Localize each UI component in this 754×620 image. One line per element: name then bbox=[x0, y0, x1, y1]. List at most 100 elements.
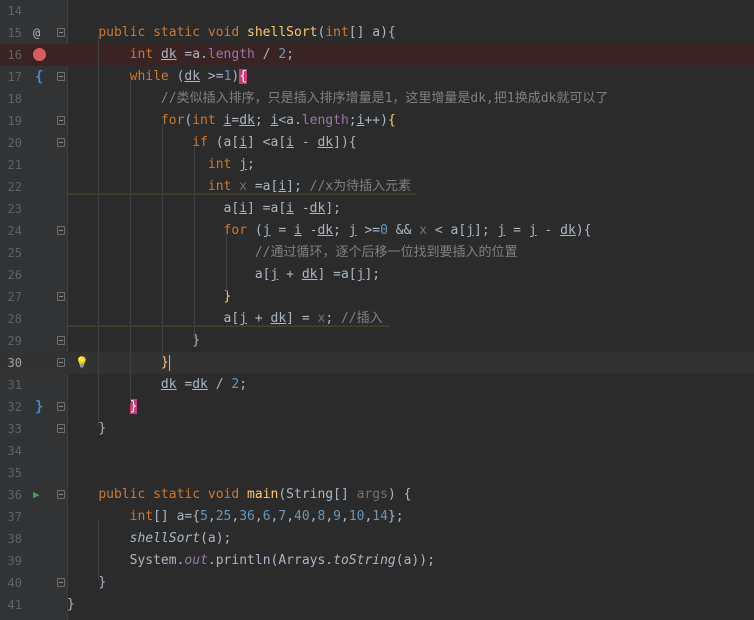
line-number[interactable]: 36 bbox=[0, 484, 22, 506]
code-text[interactable]: for(int i=dk; i<a.length;i++){ bbox=[67, 110, 396, 132]
line-number[interactable]: 18 bbox=[0, 88, 22, 110]
code-line-33[interactable]: 33 } bbox=[0, 418, 754, 440]
code-text[interactable]: int[] a={5,25,36,6,7,40,8,9,10,14}; bbox=[67, 506, 404, 528]
line-number[interactable]: 38 bbox=[0, 528, 22, 550]
fold-toggle-icon[interactable] bbox=[57, 358, 65, 367]
line-number[interactable]: 21 bbox=[0, 154, 22, 176]
code-text[interactable]: } bbox=[67, 396, 138, 418]
line-number[interactable]: 27 bbox=[0, 286, 22, 308]
code-line-35[interactable]: 35 bbox=[0, 462, 754, 484]
code-line-17[interactable]: 17 { while (dk >=1){ bbox=[0, 66, 754, 88]
code-text[interactable]: if (a[i] <a[i - dk]){ bbox=[67, 132, 356, 154]
fold-toggle-icon[interactable] bbox=[57, 336, 65, 345]
code-line-28[interactable]: 28 a[j + dk] = x; //插入 bbox=[0, 308, 754, 330]
code-line-40[interactable]: 40 } bbox=[0, 572, 754, 594]
code-line-18[interactable]: 18 //类似插入排序，只是插入排序增量是1，这里增量是dk,把1换成dk就可以… bbox=[0, 88, 754, 110]
line-number[interactable]: 40 bbox=[0, 572, 22, 594]
code-line-27[interactable]: 27 } bbox=[0, 286, 754, 308]
line-number[interactable]: 32 bbox=[0, 396, 22, 418]
token: dk bbox=[317, 223, 334, 238]
code-text[interactable]: } bbox=[67, 352, 170, 374]
line-number[interactable]: 28 bbox=[0, 308, 22, 330]
fold-toggle-icon[interactable] bbox=[57, 292, 65, 301]
line-number[interactable]: 17 bbox=[0, 66, 22, 88]
token: ; bbox=[333, 223, 349, 238]
line-number[interactable]: 33 bbox=[0, 418, 22, 440]
line-number[interactable]: 29 bbox=[0, 330, 22, 352]
line-number[interactable]: 39 bbox=[0, 550, 22, 572]
code-line-36[interactable]: 36 ▶ public static void main(String[] arg… bbox=[0, 484, 754, 506]
fold-toggle-icon[interactable] bbox=[57, 578, 65, 587]
fold-toggle-icon[interactable] bbox=[57, 28, 65, 37]
code-text[interactable]: shellSort(a); bbox=[67, 528, 232, 550]
line-number[interactable]: 25 bbox=[0, 242, 22, 264]
code-line-29[interactable]: 29 } bbox=[0, 330, 754, 352]
line-number[interactable]: 15 bbox=[0, 22, 22, 44]
code-line-24[interactable]: 24 for (j = i -dk; j >=0 && x < a[j]; j … bbox=[0, 220, 754, 242]
code-line-38[interactable]: 38 shellSort(a); bbox=[0, 528, 754, 550]
code-line-19[interactable]: 19 for(int i=dk; i<a.length;i++){ bbox=[0, 110, 754, 132]
code-line-16[interactable]: 16 int dk =a.length / 2; bbox=[0, 44, 754, 66]
code-line-37[interactable]: 37 int[] a={5,25,36,6,7,40,8,9,10,14}; bbox=[0, 506, 754, 528]
code-text[interactable]: while (dk >=1){ bbox=[67, 66, 248, 88]
fold-toggle-icon[interactable] bbox=[57, 402, 65, 411]
line-number[interactable]: 41 bbox=[0, 594, 22, 616]
fold-toggle-icon[interactable] bbox=[57, 138, 65, 147]
line-number[interactable]: 26 bbox=[0, 264, 22, 286]
line-number[interactable]: 22 bbox=[0, 176, 22, 198]
implements-method-icon[interactable]: @ bbox=[33, 22, 40, 44]
line-number[interactable]: 30 bbox=[0, 352, 22, 374]
code-text[interactable]: int dk =a.length / 2; bbox=[67, 44, 294, 66]
code-line-30[interactable]: 30 💡 } bbox=[0, 352, 754, 374]
line-number[interactable]: 20 bbox=[0, 132, 22, 154]
warning-squiggle bbox=[67, 325, 389, 328]
code-text[interactable]: //通过循环，逐个后移一位找到要插入的位置 bbox=[67, 242, 518, 264]
code-line-25[interactable]: 25 //通过循环，逐个后移一位找到要插入的位置 bbox=[0, 242, 754, 264]
code-line-20[interactable]: 20 if (a[i] <a[i - dk]){ bbox=[0, 132, 754, 154]
line-number[interactable]: 31 bbox=[0, 374, 22, 396]
code-line-34[interactable]: 34 bbox=[0, 440, 754, 462]
code-text[interactable]: a[j + dk] = x; //插入 bbox=[67, 308, 389, 330]
code-text[interactable]: public static void shellSort(int[] a){ bbox=[67, 22, 395, 44]
fold-toggle-icon[interactable] bbox=[57, 490, 65, 499]
code-text[interactable]: a[j + dk] =a[j]; bbox=[67, 264, 380, 286]
fold-toggle-icon[interactable] bbox=[57, 424, 65, 433]
code-editor[interactable]: 14 15 @ public static void shellSort(int[]… bbox=[0, 0, 754, 620]
fold-toggle-icon[interactable] bbox=[57, 226, 65, 235]
breakpoint-icon[interactable] bbox=[33, 48, 46, 61]
code-line-26[interactable]: 26 a[j + dk] =a[j]; bbox=[0, 264, 754, 286]
code-text[interactable]: int j; bbox=[67, 154, 255, 176]
code-line-22[interactable]: 22 int x =a[i]; //x为待插入元素 bbox=[0, 176, 754, 198]
fold-toggle-icon[interactable] bbox=[57, 72, 65, 81]
code-text[interactable]: a[i] =a[i -dk]; bbox=[67, 198, 341, 220]
line-number[interactable]: 34 bbox=[0, 440, 22, 462]
line-number[interactable]: 35 bbox=[0, 462, 22, 484]
code-text[interactable]: dk =dk / 2; bbox=[67, 374, 247, 396]
code-line-14[interactable]: 14 bbox=[0, 0, 754, 22]
line-number[interactable]: 37 bbox=[0, 506, 22, 528]
code-text[interactable]: } bbox=[67, 330, 200, 352]
line-number[interactable]: 24 bbox=[0, 220, 22, 242]
code-text[interactable]: int x =a[i]; //x为待插入元素 bbox=[67, 176, 417, 198]
code-text[interactable]: } bbox=[67, 572, 106, 594]
line-number[interactable]: 14 bbox=[0, 0, 22, 22]
line-number[interactable]: 16 bbox=[0, 44, 22, 66]
code-line-39[interactable]: 39 System.out.println(Arrays.toString(a)… bbox=[0, 550, 754, 572]
code-text[interactable]: //类似插入排序，只是插入排序增量是1，这里增量是dk,把1换成dk就可以了 bbox=[67, 88, 608, 110]
code-line-32[interactable]: 32} } bbox=[0, 396, 754, 418]
fold-toggle-icon[interactable] bbox=[57, 116, 65, 125]
code-line-41[interactable]: 41} bbox=[0, 594, 754, 616]
code-line-23[interactable]: 23 a[i] =a[i -dk]; bbox=[0, 198, 754, 220]
code-line-21[interactable]: 21 int j; bbox=[0, 154, 754, 176]
code-text[interactable]: } bbox=[67, 418, 106, 440]
run-main-icon[interactable]: ▶ bbox=[33, 484, 40, 506]
code-line-31[interactable]: 31 dk =dk / 2; bbox=[0, 374, 754, 396]
code-text[interactable]: for (j = i -dk; j >=0 && x < a[j]; j = j… bbox=[67, 220, 592, 242]
code-line-15[interactable]: 15 @ public static void shellSort(int[] a… bbox=[0, 22, 754, 44]
code-text[interactable]: } bbox=[67, 286, 232, 308]
code-text[interactable]: } bbox=[67, 594, 75, 616]
line-number[interactable]: 19 bbox=[0, 110, 22, 132]
line-number[interactable]: 23 bbox=[0, 198, 22, 220]
code-text[interactable]: System.out.println(Arrays.toString(a)); bbox=[67, 550, 435, 572]
code-text[interactable]: public static void main(String[] args) { bbox=[67, 484, 411, 506]
